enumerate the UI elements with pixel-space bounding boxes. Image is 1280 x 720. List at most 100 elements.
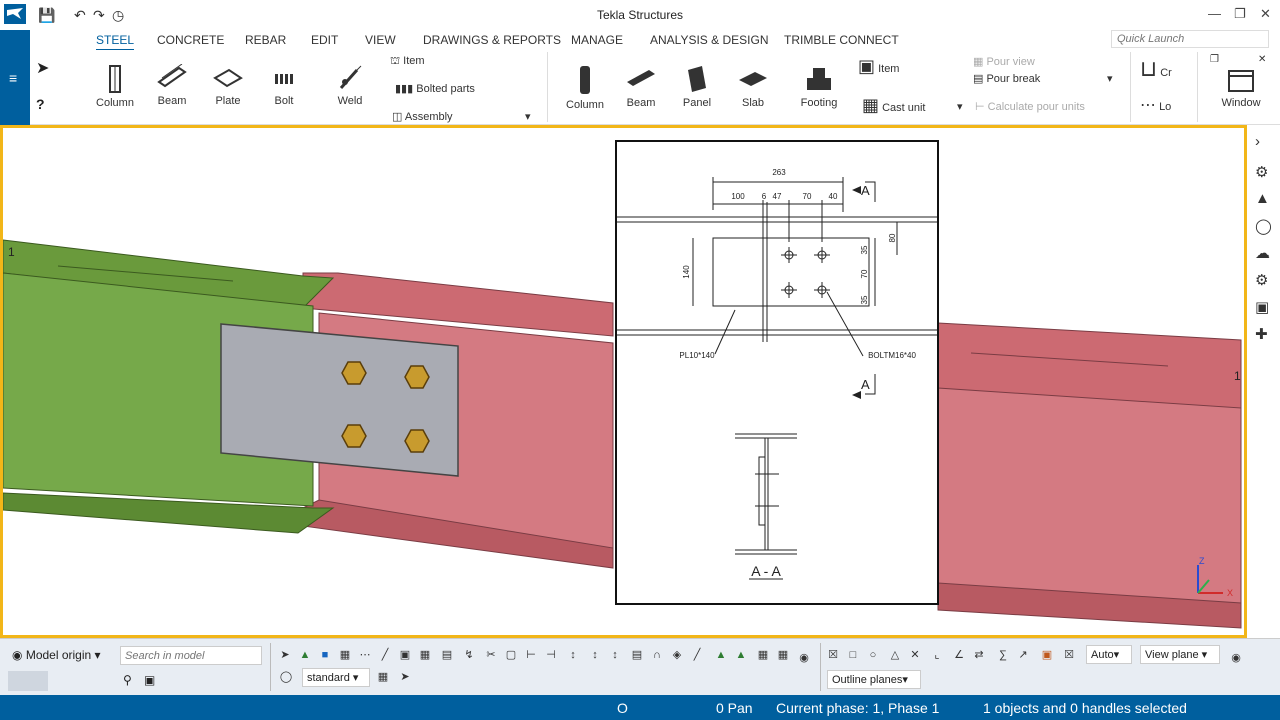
concrete-column-button[interactable]: Column (562, 64, 608, 111)
tab-drawings-reports[interactable]: DRAWINGS & REPORTS (423, 33, 561, 47)
menu-strip[interactable]: ≡ (0, 30, 30, 125)
drawing-sheet[interactable]: 263 100 6 47 70 40 80 35 70 35 140 PL10*… (615, 140, 939, 605)
select-pointer-icon[interactable]: ➤ (278, 648, 292, 662)
bolt-head[interactable] (404, 429, 430, 453)
steel-more-dropdown-icon[interactable]: ▾ (525, 110, 531, 123)
outline-planes-dropdown[interactable]: Outline planes▾ (827, 670, 921, 689)
tab-edit[interactable]: EDIT (311, 33, 338, 47)
snap-override-icon[interactable]: ▣ (1040, 648, 1054, 662)
select-rebar-icon[interactable]: ▦ (418, 648, 432, 662)
standard-dropdown[interactable]: standard ▾ (302, 668, 370, 687)
bolt-head[interactable] (341, 361, 367, 385)
learning-cap-icon[interactable]: ▲ (1255, 190, 1270, 207)
pour-break-dropdown-icon[interactable]: ▾ (1107, 72, 1113, 85)
tab-manage[interactable]: MANAGE (571, 33, 623, 47)
snap-part-icon[interactable]: ▲ (714, 648, 728, 662)
close-icon[interactable]: ✕ (1260, 6, 1271, 22)
snap-face-icon[interactable]: ▲ (734, 648, 748, 662)
concrete-beam-button[interactable]: Beam (618, 64, 664, 109)
snap-end-icon[interactable]: ⊢ (524, 648, 538, 662)
minimize-icon[interactable]: — (1208, 6, 1221, 21)
snap-box-x-icon[interactable]: ☒ (826, 648, 840, 662)
lo-button[interactable]: ⋯ Lo (1140, 95, 1171, 115)
cr-button[interactable]: ⊔ Cr (1140, 56, 1172, 82)
pour-break-button[interactable]: ▤ Pour break (973, 72, 1040, 85)
view-plane-dropdown[interactable]: View plane ▾ (1140, 645, 1220, 664)
assembly-button[interactable]: ◫ Assembly (392, 110, 453, 123)
window-mini-close-icon[interactable]: ✕ (1258, 54, 1266, 65)
zoom-selection-icon[interactable]: ▣ (144, 673, 155, 687)
select-assembly-icon[interactable]: ▤ (440, 648, 454, 662)
expand-chevron-icon[interactable]: › (1255, 133, 1260, 150)
snap-angle-icon[interactable]: ∠ (952, 648, 966, 662)
snap-cross-icon[interactable]: ✕ (908, 648, 922, 662)
view-icon[interactable]: ▢ (504, 648, 518, 662)
steel-weld-button[interactable]: Weld (328, 64, 372, 107)
cast-unit-dropdown-icon[interactable]: ▾ (957, 100, 963, 113)
model-origin-dropdown[interactable]: ◉ Model origin ▾ (12, 648, 101, 662)
tab-view[interactable]: VIEW (365, 33, 396, 47)
window-button[interactable]: Window (1214, 68, 1268, 109)
auto-dropdown[interactable]: Auto▾ (1086, 645, 1132, 664)
snap-corner-icon[interactable]: ⌞ (930, 648, 944, 662)
snap-ortho-icon[interactable]: ↗ (1016, 648, 1030, 662)
snap-circle-icon[interactable]: ○ (866, 648, 880, 662)
snap-square-icon[interactable]: □ (846, 648, 860, 662)
snap-grid-icon[interactable]: ▦ (756, 648, 770, 662)
snap-geom-icon[interactable]: ↕ (588, 648, 602, 662)
concrete-footing-button[interactable]: Footing (794, 64, 844, 109)
concrete-panel-button[interactable]: Panel (674, 64, 720, 109)
pour-view-button[interactable]: ▦ Pour view (973, 55, 1035, 68)
status-current-phase[interactable]: Current phase: 1, Phase 1 (776, 700, 939, 716)
search-model-input[interactable] (120, 646, 262, 665)
globe-icon[interactable]: ◯ (1255, 217, 1272, 235)
snap-ref-icon[interactable]: ↕ (566, 648, 580, 662)
cube-icon[interactable]: ▣ (1255, 298, 1269, 316)
tab-concrete[interactable]: CONCRETE (157, 33, 224, 47)
snap-clear-icon[interactable]: ☒ (1062, 648, 1076, 662)
select-weld-icon[interactable]: ↯ (462, 648, 476, 662)
hamburger-menu-icon[interactable]: ≡ (9, 70, 17, 86)
snap-center-icon[interactable]: ◈ (670, 648, 684, 662)
pick-pointer-icon[interactable]: ➤ (398, 670, 412, 684)
work-plane-eye-icon[interactable]: ◉ (1229, 651, 1243, 665)
help-icon[interactable]: ? (36, 96, 45, 112)
select-grid-icon[interactable]: ▦ (338, 648, 352, 662)
restore-icon[interactable]: ❐ (1234, 6, 1246, 22)
filter-icon[interactable]: ▦ (376, 670, 390, 684)
bolt-head[interactable] (404, 365, 430, 389)
snap-line-icon[interactable]: ╱ (690, 648, 704, 662)
select-component-icon[interactable]: ▣ (398, 648, 412, 662)
snap-grid2-icon[interactable]: ▦ (776, 648, 790, 662)
snap-nearest-icon[interactable]: ▤ (630, 648, 644, 662)
steel-bolt-button[interactable]: Bolt (262, 64, 306, 107)
concrete-item-button[interactable]: ▣ Item (858, 56, 899, 77)
steel-column-button[interactable]: Column (92, 64, 138, 109)
tab-steel[interactable]: STEEL (96, 33, 135, 51)
splice-plate[interactable] (220, 323, 459, 477)
select-line-icon[interactable]: ╱ (378, 648, 392, 662)
model-viewport[interactable]: 1 1 Z X 263 100 6 47 70 40 80 35 70 35 1… (0, 125, 1247, 638)
snap-sigma-icon[interactable]: ∑ (996, 648, 1010, 662)
view-plane-selector-icon[interactable]: ◯ (279, 670, 293, 684)
tab-rebar[interactable]: REBAR (245, 33, 286, 47)
cast-unit-button[interactable]: ▦ Cast unit (862, 95, 926, 116)
cloud-icon[interactable]: ☁ (1255, 244, 1270, 262)
select-object-icon[interactable]: ■ (318, 648, 332, 662)
visibility-eye-icon[interactable]: ◉ (797, 651, 811, 665)
add-components-icon[interactable]: ✚ (1255, 325, 1268, 343)
property-help-icon[interactable]: ⚙ (1255, 163, 1268, 181)
select-arrow-icon[interactable]: ➤ (36, 58, 49, 78)
steel-plate-button[interactable]: Plate (206, 64, 250, 107)
calculate-pour-units-button[interactable]: ⊢ Calculate pour units (975, 100, 1085, 113)
bolted-parts-button[interactable]: ▮▮▮ Bolted parts (395, 82, 475, 95)
settings-gear-icon[interactable]: ⚙ (1255, 271, 1268, 289)
quick-launch-input[interactable] (1111, 30, 1269, 48)
concrete-slab-button[interactable]: Slab (730, 64, 776, 109)
snap-perp-icon[interactable]: ∩ (650, 648, 664, 662)
steel-item-button[interactable]: ⛫ Item (390, 55, 425, 69)
select-bolts-icon[interactable]: ⋯ (358, 648, 372, 662)
steel-beam-button[interactable]: Beam (150, 64, 194, 107)
snap-mid-icon[interactable]: ⊣ (544, 648, 558, 662)
snap-triangle-icon[interactable]: △ (888, 648, 902, 662)
